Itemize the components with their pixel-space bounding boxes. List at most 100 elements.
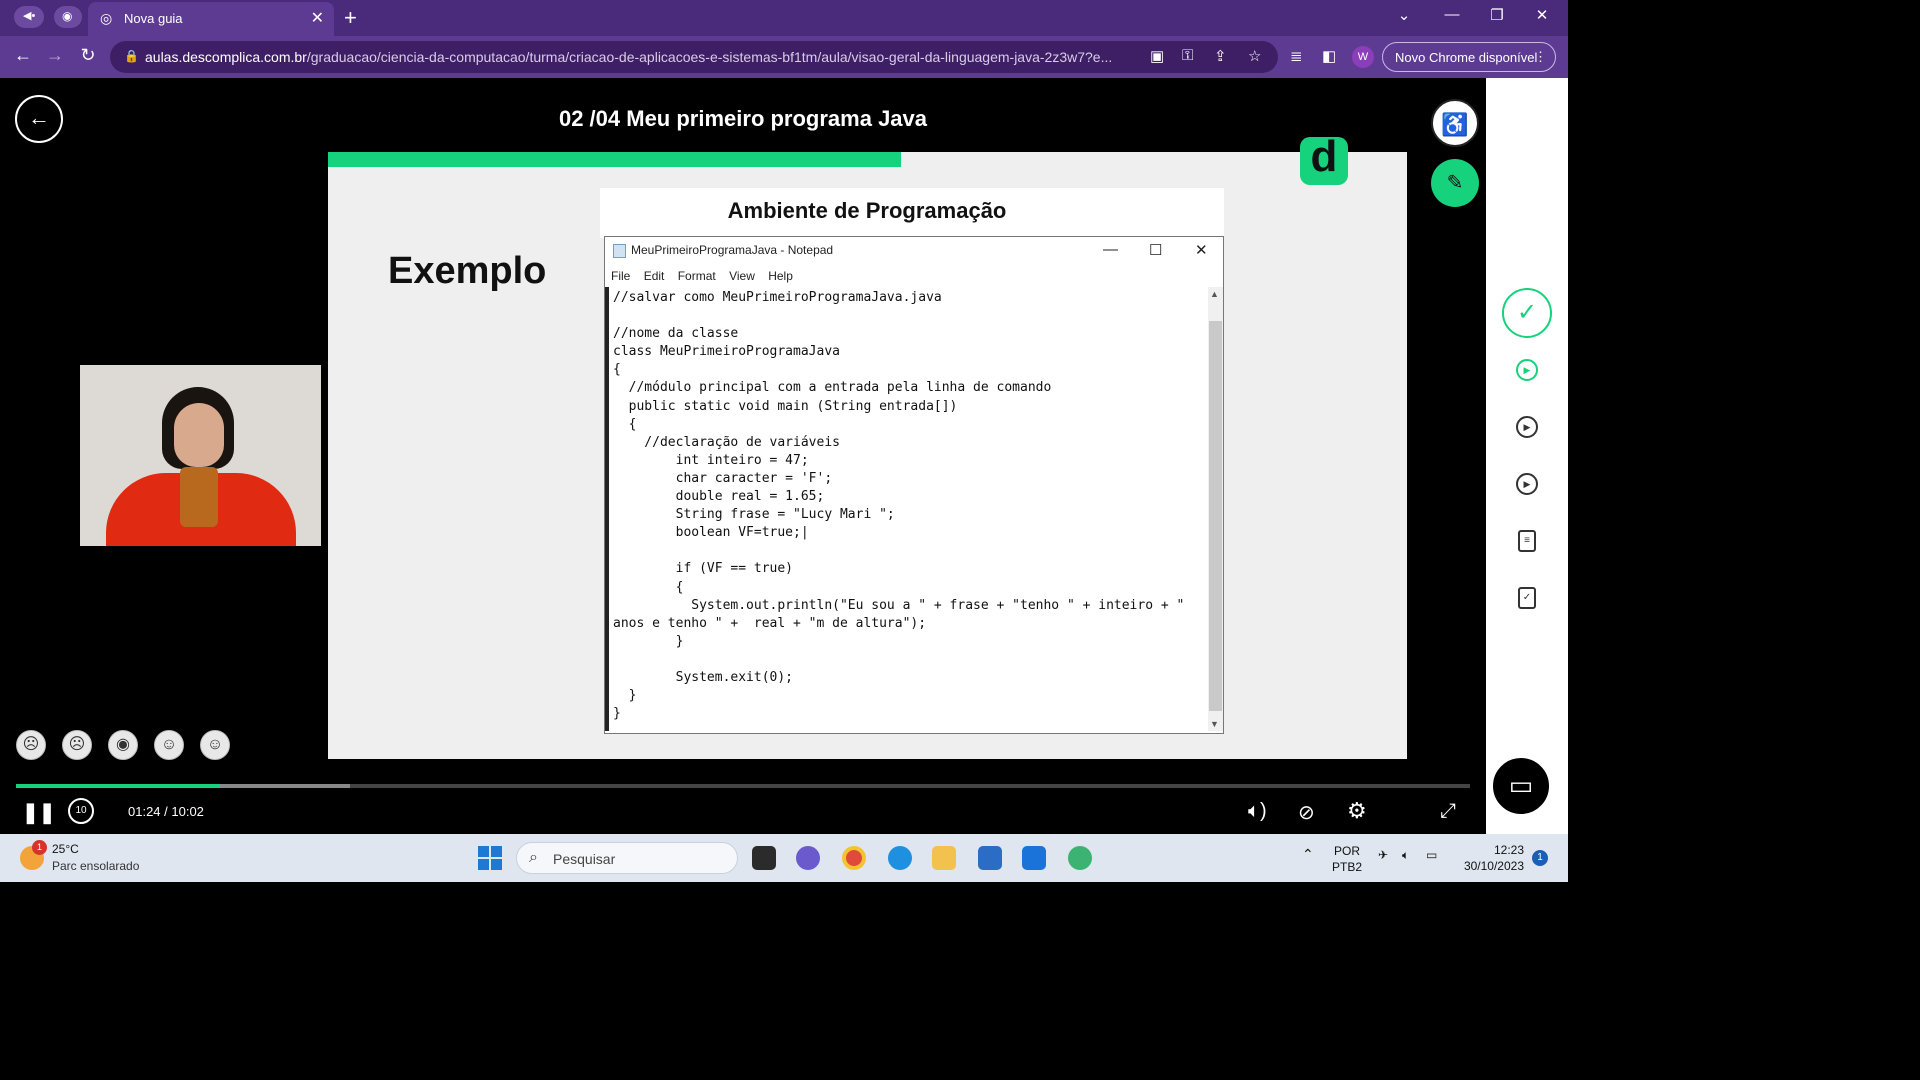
fullscreen-icon[interactable]: ⤢ bbox=[1440, 800, 1456, 823]
back-button[interactable]: ← bbox=[15, 95, 63, 143]
weather-description[interactable]: Parc ensolarado bbox=[52, 859, 139, 873]
lesson-title: 02 /04 Meu primeiro programa Java bbox=[558, 106, 928, 131]
reaction-surprised-icon[interactable]: ◉ bbox=[108, 730, 138, 760]
instructor-face bbox=[174, 403, 224, 467]
close-window-icon[interactable]: ✕ bbox=[1532, 6, 1552, 24]
time-display: 01:24 / 10:02 bbox=[128, 804, 204, 819]
volume-icon[interactable]: 🔈︎) bbox=[1248, 800, 1267, 823]
lesson-slide: d Exemplo Ambiente de Programação MeuPri… bbox=[328, 135, 1407, 759]
taskbar-search[interactable]: ⌕ Pesquisar bbox=[516, 842, 738, 874]
video-player: ← 02 /04 Meu primeiro programa Java d Ex… bbox=[0, 78, 1486, 834]
instructor-scarf bbox=[180, 467, 218, 527]
slide-accent-bar bbox=[328, 152, 901, 167]
maximize-icon[interactable]: ❐ bbox=[1487, 6, 1507, 24]
chrome-update-button[interactable]: Novo Chrome disponível ⋮ bbox=[1382, 42, 1556, 72]
mail-icon[interactable] bbox=[1022, 846, 1046, 870]
notepad-window: MeuPrimeiroProgramaJava - Notepad — ☐ ✕ … bbox=[604, 236, 1224, 734]
tab-search-icon[interactable]: ⌄ bbox=[1394, 6, 1414, 24]
language-indicator[interactable]: POR PTB2 bbox=[1332, 843, 1362, 875]
windows-start-icon[interactable] bbox=[478, 846, 502, 870]
blocked-popup-icon[interactable]: ▣ bbox=[1150, 47, 1164, 65]
back-arrow-icon[interactable]: ← bbox=[12, 45, 34, 66]
teams-chat-icon[interactable] bbox=[796, 846, 820, 870]
kebab-menu-icon[interactable]: ⋮ bbox=[1534, 49, 1547, 65]
extension-tab-icon[interactable]: ◉ bbox=[54, 6, 82, 28]
notes-button[interactable]: ✎ bbox=[1431, 159, 1479, 207]
java-code: //salvar como MeuPrimeiroProgramaJava.ja… bbox=[605, 287, 1209, 731]
settings-gear-icon[interactable]: ⚙ bbox=[1347, 798, 1367, 824]
url-text[interactable]: aulas.descomplica.com.br/graduacao/cienc… bbox=[145, 49, 1135, 65]
chrome-icon: ◎ bbox=[100, 10, 113, 26]
tab-close-icon[interactable]: ✕ bbox=[311, 8, 324, 28]
side-panel-icon[interactable]: ◧ bbox=[1322, 47, 1336, 65]
chat-bubble-button[interactable]: ▭ bbox=[1490, 755, 1552, 817]
notification-badge[interactable]: 1 bbox=[1532, 850, 1548, 866]
key-icon[interactable]: ⚿ bbox=[1182, 47, 1193, 64]
menu-format: Format bbox=[677, 269, 716, 283]
tray-expand-icon[interactable]: ⌃ bbox=[1302, 846, 1314, 863]
notepad-maximize-icon: ☐ bbox=[1149, 242, 1163, 259]
notepad-minimize-icon: — bbox=[1103, 241, 1118, 258]
taskbar-clock[interactable]: 12:23 30/10/2023 bbox=[1460, 842, 1524, 874]
browser-titlebar: ◀• ◉ ◎ Nova guia ✕ + ⌄ — ❐ ✕ bbox=[0, 0, 1568, 36]
file-explorer-icon[interactable] bbox=[932, 846, 956, 870]
instructor-webcam bbox=[80, 365, 321, 546]
quiz-checklist-icon[interactable]: ✓ bbox=[1518, 587, 1536, 609]
notepad-menu: File Edit Format View Help bbox=[611, 269, 803, 283]
scroll-up-icon: ▲ bbox=[1210, 289, 1219, 299]
speaker-icon[interactable]: 🔈︎ bbox=[1402, 848, 1409, 863]
search-icon: ⌕ bbox=[529, 849, 538, 866]
battery-icon[interactable]: ▭ bbox=[1426, 848, 1437, 862]
menu-help: Help bbox=[768, 269, 793, 283]
environment-title-box: Ambiente de Programação bbox=[600, 188, 1224, 238]
browser-toolbar: ← → ↻ 🔒 aulas.descomplica.com.br/graduac… bbox=[0, 36, 1568, 78]
edge-icon[interactable] bbox=[888, 846, 912, 870]
weather-badge: 1 bbox=[32, 840, 47, 855]
pause-button[interactable]: ❚❚ bbox=[22, 800, 56, 825]
update-label: Novo Chrome disponível bbox=[1395, 50, 1538, 65]
lesson-sidebar bbox=[1486, 78, 1568, 834]
video-play-icon[interactable]: ▶ bbox=[1516, 473, 1538, 495]
menu-view: View bbox=[729, 269, 755, 283]
lock-icon[interactable]: 🔒 bbox=[124, 49, 139, 63]
notepad-scrollbar: ▲ ▼ bbox=[1208, 287, 1223, 731]
reading-list-icon[interactable]: ≣ bbox=[1290, 47, 1303, 65]
menu-file: File bbox=[611, 269, 631, 283]
document-icon[interactable]: ≡ bbox=[1518, 530, 1536, 552]
reaction-angry-icon[interactable]: ☹ bbox=[16, 730, 46, 760]
accessibility-button[interactable]: ♿ bbox=[1431, 99, 1479, 147]
share-icon[interactable]: ⇪ bbox=[1214, 47, 1227, 65]
video-play-icon[interactable]: ▶ bbox=[1516, 416, 1538, 438]
reload-icon[interactable]: ↻ bbox=[77, 45, 99, 66]
audio-tab-icon[interactable]: ◀• bbox=[14, 6, 44, 28]
profile-avatar[interactable]: W bbox=[1352, 46, 1374, 68]
reaction-sad-icon[interactable]: ☹ bbox=[62, 730, 92, 760]
notepad-icon bbox=[613, 243, 626, 258]
menu-edit: Edit bbox=[643, 269, 665, 283]
windows-taskbar: 1 25°C Parc ensolarado ⌕ Pesquisar ⌃ POR… bbox=[0, 834, 1568, 882]
video-play-icon-current[interactable]: ▶ bbox=[1516, 359, 1538, 381]
minimize-icon[interactable]: — bbox=[1442, 6, 1462, 23]
reaction-happy-icon[interactable]: ☺ bbox=[200, 730, 230, 760]
notepad-close-icon: ✕ bbox=[1195, 242, 1208, 259]
airplane-icon[interactable]: ✈ bbox=[1378, 848, 1388, 862]
replay-10-button[interactable]: 10 bbox=[68, 798, 94, 824]
weather-temperature[interactable]: 25°C bbox=[52, 842, 79, 856]
task-view-icon[interactable] bbox=[752, 846, 776, 870]
reaction-neutral-icon[interactable]: ☺ bbox=[154, 730, 184, 760]
chrome-profile-icon[interactable] bbox=[1068, 846, 1092, 870]
tab-nova-guia[interactable]: ◎ Nova guia ✕ bbox=[88, 2, 334, 36]
completed-check-icon[interactable]: ✓ bbox=[1502, 288, 1552, 338]
notepad-title: MeuPrimeiroProgramaJava - Notepad bbox=[613, 243, 833, 258]
new-tab-button[interactable]: + bbox=[344, 5, 357, 31]
chrome-taskbar-icon[interactable] bbox=[842, 846, 866, 870]
scroll-down-icon: ▼ bbox=[1210, 719, 1219, 729]
microsoft-store-icon[interactable] bbox=[978, 846, 1002, 870]
forward-arrow-icon[interactable]: → bbox=[44, 45, 66, 66]
slide-heading: Exemplo bbox=[388, 250, 547, 292]
tab-title: Nova guia bbox=[124, 11, 183, 26]
scroll-thumb bbox=[1209, 321, 1222, 711]
address-bar[interactable]: 🔒 aulas.descomplica.com.br/graduacao/cie… bbox=[110, 41, 1278, 73]
bookmark-star-icon[interactable]: ☆ bbox=[1248, 47, 1261, 65]
captions-off-icon[interactable]: ⊘ bbox=[1298, 800, 1315, 825]
